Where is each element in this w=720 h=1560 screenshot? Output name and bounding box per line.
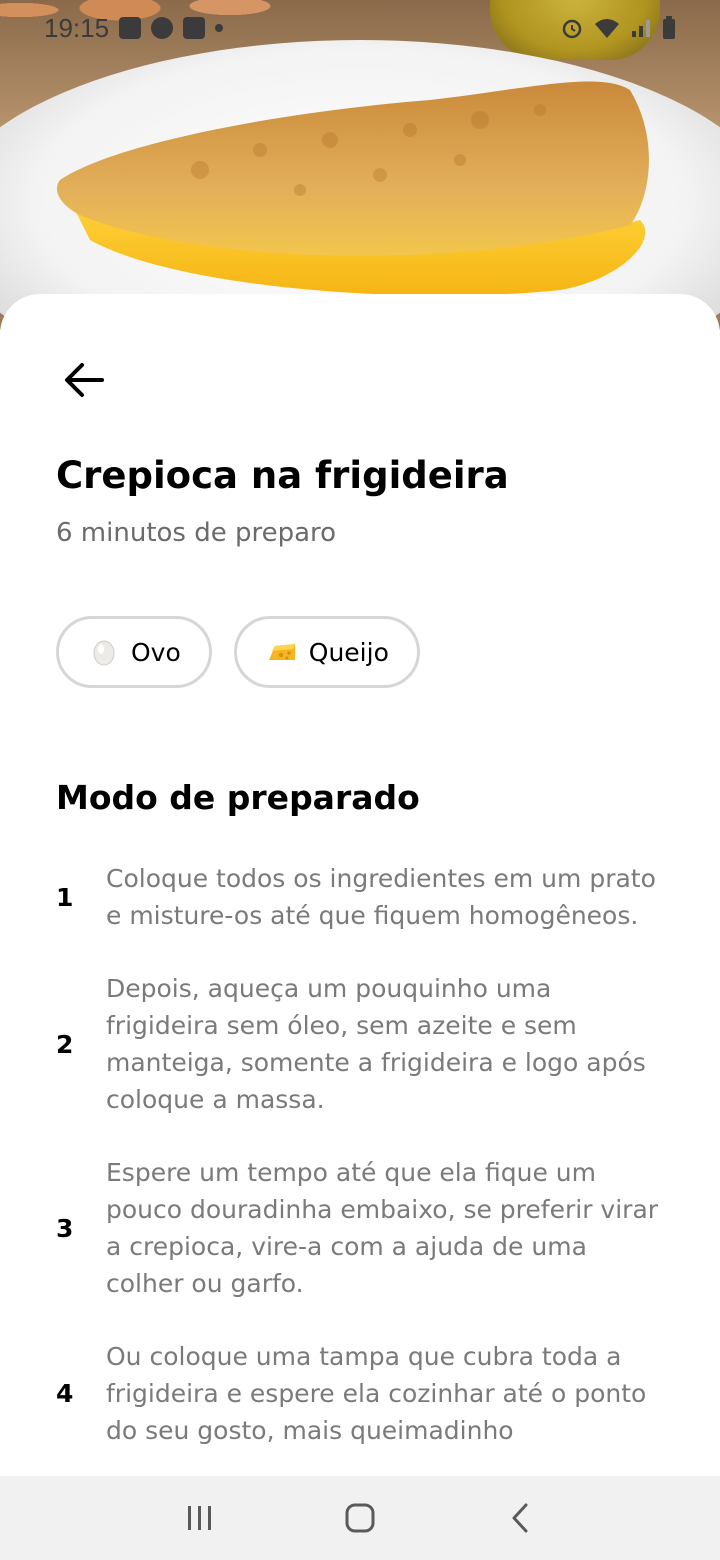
ingredient-chip-ovo[interactable]: Ovo bbox=[56, 616, 212, 688]
egg-icon bbox=[89, 637, 119, 667]
home-button[interactable] bbox=[330, 1488, 390, 1548]
prep-time: 6 minutos de preparo bbox=[56, 518, 337, 548]
arrow-left-icon bbox=[65, 363, 104, 397]
method-title: Modo de preparado bbox=[56, 778, 420, 817]
step-item: 1 Coloque todos os ingredientes em um pr… bbox=[56, 860, 666, 934]
step-item: 4 Ou coloque uma tampa que cubra toda a … bbox=[56, 1338, 666, 1449]
app-a-icon bbox=[151, 17, 174, 39]
step-item: 3 Espere um tempo até que ela fique um p… bbox=[56, 1154, 666, 1302]
alarm-icon bbox=[562, 19, 582, 39]
linkedin-icon bbox=[183, 17, 206, 39]
step-number: 3 bbox=[56, 1213, 74, 1243]
signal-icon bbox=[632, 20, 650, 37]
cheese-icon bbox=[267, 637, 297, 667]
step-text: Espere um tempo até que ela fique um pou… bbox=[106, 1158, 659, 1298]
step-number: 2 bbox=[56, 1029, 74, 1059]
recipe-title: Crepioca na frigideira bbox=[56, 454, 509, 497]
dot-icon bbox=[215, 24, 224, 32]
recents-icon bbox=[188, 1506, 211, 1530]
steps-list: 1 Coloque todos os ingredientes em um pr… bbox=[56, 860, 666, 1476]
image-icon bbox=[119, 17, 142, 39]
step-number: 4 bbox=[56, 1379, 74, 1408]
nav-back-button[interactable] bbox=[490, 1488, 550, 1548]
ingredient-chips: Ovo Queijo bbox=[56, 616, 420, 688]
recents-button[interactable] bbox=[170, 1488, 230, 1548]
step-text: Coloque todos os ingredientes em um prat… bbox=[106, 864, 656, 930]
ingredient-label: Ovo bbox=[131, 637, 181, 667]
status-time: 19:15 bbox=[44, 12, 110, 43]
status-bar: 19:15 bbox=[0, 0, 720, 56]
step-text: Ou coloque uma tampa que cubra toda a fr… bbox=[106, 1342, 647, 1445]
back-button[interactable] bbox=[56, 352, 112, 408]
recipe-sheet: Crepioca na frigideira 6 minutos de prep… bbox=[0, 294, 720, 1476]
wifi-icon bbox=[595, 19, 619, 38]
step-item: 2 Depois, aqueça um pouquinho uma frigid… bbox=[56, 970, 666, 1118]
ingredient-chip-queijo[interactable]: Queijo bbox=[233, 616, 420, 688]
system-nav-bar bbox=[0, 1476, 720, 1560]
back-icon bbox=[512, 1503, 528, 1533]
step-text: Depois, aqueça um pouquinho uma frigidei… bbox=[106, 974, 646, 1114]
battery-icon bbox=[663, 16, 675, 39]
ingredient-label: Queijo bbox=[308, 637, 389, 667]
home-icon bbox=[345, 1503, 375, 1533]
step-number: 1 bbox=[56, 882, 74, 912]
